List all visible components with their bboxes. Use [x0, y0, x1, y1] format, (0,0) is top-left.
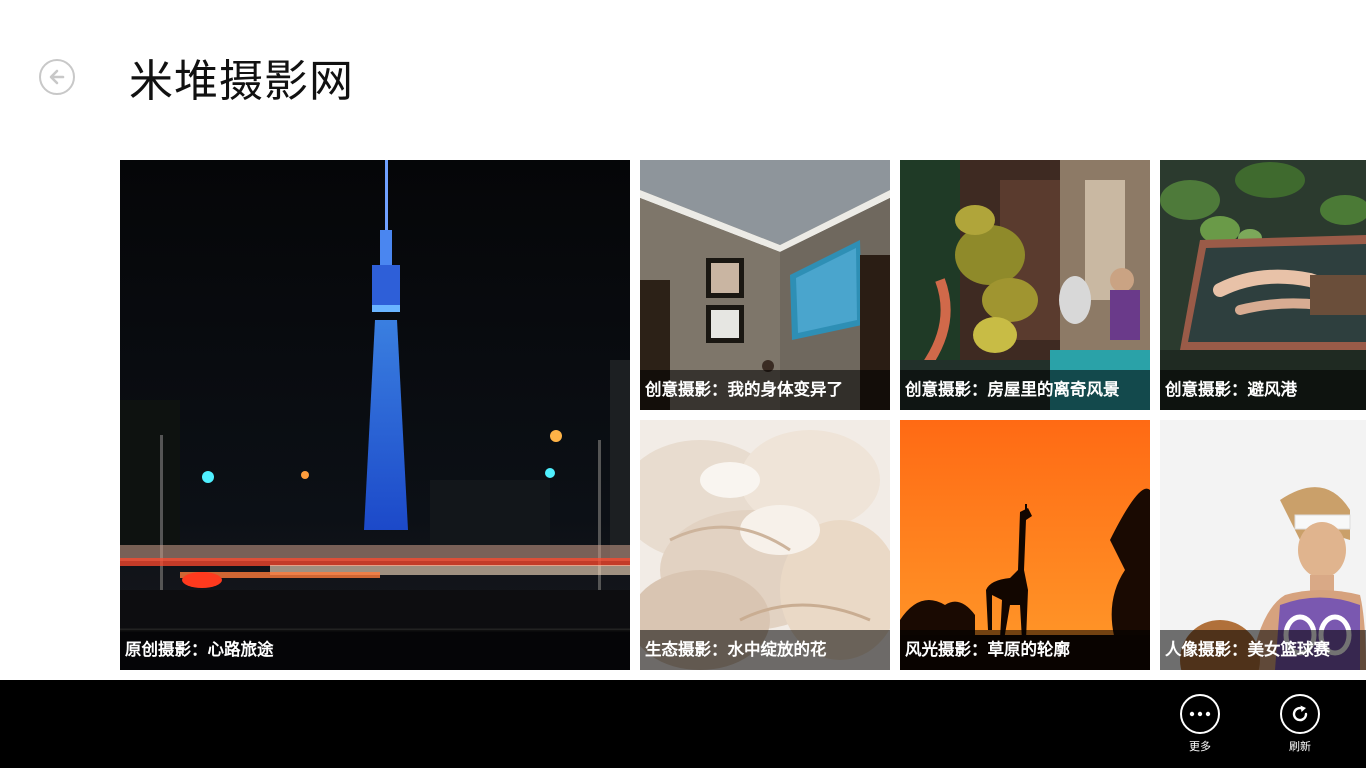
back-button[interactable]: [39, 59, 75, 95]
photo-tile-giraffe[interactable]: 风光摄影：草原的轮廓: [900, 420, 1150, 670]
page-title: 米堆摄影网: [129, 56, 354, 107]
tile-caption: 风光摄影：草原的轮廓: [900, 630, 1150, 670]
more-button[interactable]: 更多: [1160, 694, 1240, 754]
photo-tile-surreal-house[interactable]: 创意摄影：房屋里的离奇风景: [900, 160, 1150, 410]
tile-caption: 人像摄影：美女篮球赛: [1160, 630, 1366, 670]
more-label: 更多: [1189, 740, 1211, 753]
photo-tile-basketball[interactable]: 人像摄影：美女篮球赛: [1160, 420, 1366, 670]
refresh-button[interactable]: 刷新: [1260, 694, 1340, 754]
tile-image: [120, 160, 630, 670]
tile-caption: 创意摄影：我的身体变异了: [640, 370, 890, 410]
more-icon: [1180, 694, 1220, 734]
refresh-icon: [1280, 694, 1320, 734]
refresh-label: 刷新: [1289, 740, 1311, 753]
app-bar: 更多 刷新: [0, 680, 1366, 768]
tile-caption: 创意摄影：房屋里的离奇风景: [900, 370, 1150, 410]
photo-tile-room[interactable]: 创意摄影：我的身体变异了: [640, 160, 890, 410]
photo-tile-night-city[interactable]: 原创摄影：心路旅途: [120, 160, 630, 670]
tile-caption: 创意摄影：避风港: [1160, 370, 1366, 410]
back-arrow-icon: [49, 69, 65, 85]
tile-caption: 原创摄影：心路旅途: [120, 630, 630, 670]
photo-tile-haven[interactable]: 创意摄影：避风港: [1160, 160, 1366, 410]
tile-caption: 生态摄影：水中绽放的花: [640, 630, 890, 670]
photo-tile-flower[interactable]: 生态摄影：水中绽放的花: [640, 420, 890, 670]
